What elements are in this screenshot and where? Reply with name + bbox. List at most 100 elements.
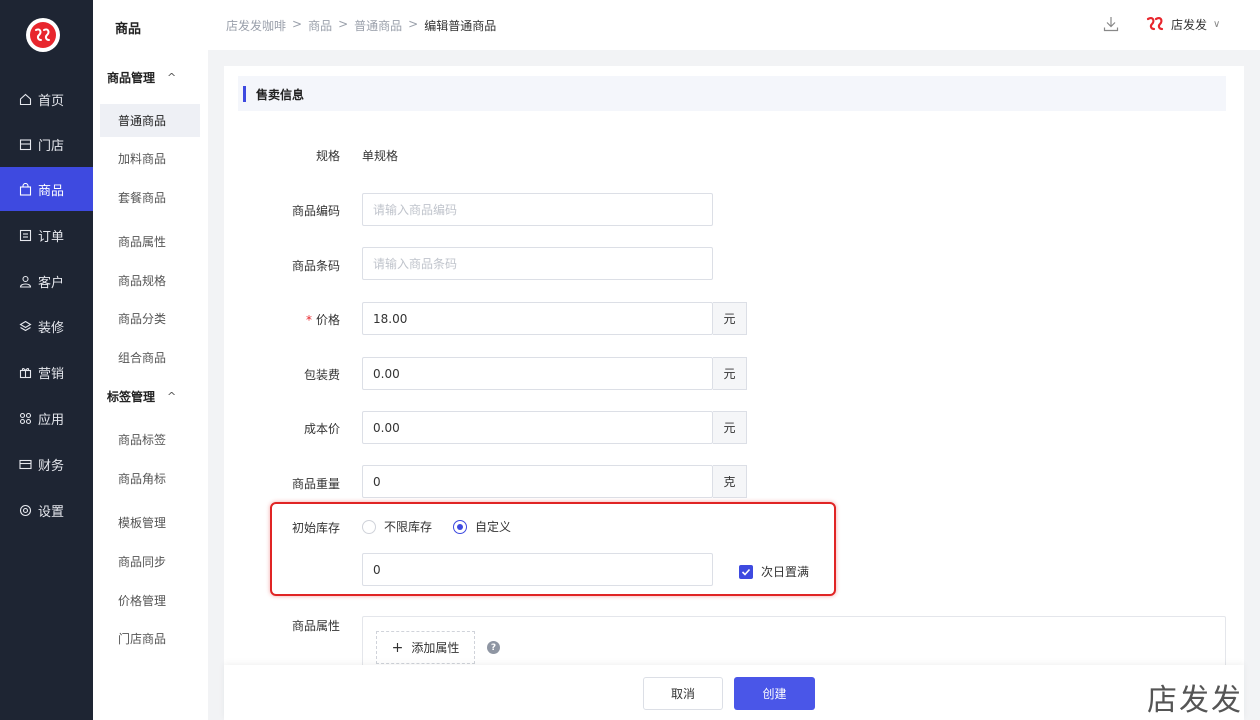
chevron-down-icon: ∨ xyxy=(1213,18,1221,30)
submenu-item-label: 价格管理 xyxy=(118,594,167,608)
breadcrumb-separator: > xyxy=(338,17,349,31)
goods-attribute-label: 商品属性 xyxy=(291,619,340,633)
nav-item-label: 首页 xyxy=(38,93,65,109)
cost-price-label: 成本价 xyxy=(303,422,340,436)
nav-item-label: 财务 xyxy=(38,458,65,474)
radio-label: 不限库存 xyxy=(384,520,433,534)
barcode-label: 商品条码 xyxy=(291,259,340,273)
submenu-item-label: 商品分类 xyxy=(118,312,167,326)
submenu-item-goods-categories[interactable]: 商品分类 xyxy=(100,302,200,335)
nav-item-marketing[interactable]: 营销 xyxy=(0,350,93,394)
nav-item-customers[interactable]: 客户 xyxy=(0,259,93,303)
section-title: 售卖信息 xyxy=(256,88,305,102)
nav-item-home[interactable]: 首页 xyxy=(0,77,93,121)
download-icon[interactable] xyxy=(1102,15,1120,33)
submenu-item-price-management[interactable]: 价格管理 xyxy=(100,584,200,617)
nav-item-label: 设置 xyxy=(38,504,65,520)
submenu-item-label: 套餐商品 xyxy=(118,191,167,205)
price-label: * 价格 xyxy=(210,311,340,328)
radio-circle-icon xyxy=(362,519,376,534)
submenu-item-label: 商品角标 xyxy=(118,472,167,486)
nav-item-goods[interactable]: 商品 xyxy=(0,167,93,211)
radio-label: 自定义 xyxy=(475,520,512,534)
price-unit: 元 xyxy=(713,302,747,335)
radio-checked-icon xyxy=(453,519,467,534)
stock-unlimited-radio[interactable]: 不限库存 xyxy=(362,518,432,535)
breadcrumb-item[interactable]: 普通商品 xyxy=(354,17,402,34)
layers-icon xyxy=(18,319,32,333)
refill-next-day-checkbox[interactable]: 次日置满 xyxy=(739,563,809,580)
submenu-item-store-goods[interactable]: 门店商品 xyxy=(100,622,200,655)
apps-icon xyxy=(18,411,32,425)
submenu-item-label: 加料商品 xyxy=(118,152,167,166)
packing-fee-input[interactable]: 0.00 xyxy=(362,357,713,390)
goods-code-input[interactable]: 请输入商品编码 xyxy=(362,193,713,226)
brand-logo-icon xyxy=(1146,16,1164,31)
submenu-item-combo-goods[interactable]: 套餐商品 xyxy=(100,181,200,214)
price-input[interactable]: 18.00 xyxy=(362,302,713,335)
submenu-group-goods-management[interactable]: 商品管理 ^ xyxy=(107,66,176,88)
weight-input[interactable]: 0 xyxy=(362,465,713,498)
breadcrumb-item[interactable]: 商品 xyxy=(308,17,332,34)
submenu-item-label: 普通商品 xyxy=(118,114,167,128)
cancel-button[interactable]: 取消 xyxy=(643,677,723,710)
packing-fee-label: 包装费 xyxy=(303,368,340,382)
submenu-item-bundle-goods[interactable]: 组合商品 xyxy=(100,341,200,374)
user-name: 店发发 xyxy=(1171,17,1208,32)
stock-quantity-input[interactable]: 0 xyxy=(362,553,713,586)
gift-icon xyxy=(18,365,32,379)
help-icon[interactable]: ? xyxy=(487,641,500,654)
stock-custom-radio[interactable]: 自定义 xyxy=(453,518,511,535)
user-menu[interactable]: 店发发 ∨ xyxy=(1145,14,1220,34)
watermark-text: 店发发 xyxy=(1147,683,1243,718)
submenu-group-tag-management[interactable]: 标签管理 ^ xyxy=(107,385,176,407)
breadcrumb-separator: > xyxy=(292,17,303,31)
nav-item-apps[interactable]: 应用 xyxy=(0,396,93,440)
create-button[interactable]: 创建 xyxy=(734,677,815,710)
nav-item-label: 应用 xyxy=(38,412,65,428)
submenu-item-addon-goods[interactable]: 加料商品 xyxy=(100,142,200,175)
nav-item-label: 装修 xyxy=(38,320,65,336)
nav-item-label: 客户 xyxy=(38,275,65,291)
section-header: 售卖信息 xyxy=(238,76,1226,111)
nav-item-finance[interactable]: 财务 xyxy=(0,442,93,486)
submenu-item-goods-specs[interactable]: 商品规格 xyxy=(100,264,200,297)
nav-item-orders[interactable]: 订单 xyxy=(0,213,93,257)
main-sidebar: 首页 门店 商品 订单 客户 装修 营销 应用 财务 设置 xyxy=(0,0,93,720)
submenu-item-goods-sync[interactable]: 商品同步 xyxy=(100,545,200,578)
checkbox-label: 次日置满 xyxy=(761,565,810,579)
submenu-item-label: 商品属性 xyxy=(118,235,167,249)
submenu-item-goods-tags[interactable]: 商品标签 xyxy=(100,423,200,456)
bag-icon xyxy=(18,182,32,196)
submenu-item-label: 商品规格 xyxy=(118,274,167,288)
breadcrumb-separator: > xyxy=(408,17,419,31)
submenu-group-label: 标签管理 xyxy=(107,389,156,404)
weight-unit: 克 xyxy=(713,465,747,498)
checkbox-checked-icon xyxy=(739,564,753,579)
submenu-item-label: 模板管理 xyxy=(118,516,167,530)
packing-fee-unit: 元 xyxy=(713,357,747,390)
cost-price-input[interactable]: 0.00 xyxy=(362,411,713,444)
breadcrumb-item[interactable]: 店发发咖啡 xyxy=(226,17,286,34)
submenu-item-goods-corner-marks[interactable]: 商品角标 xyxy=(100,462,200,495)
app-logo[interactable] xyxy=(26,18,60,52)
submenu-item-templates[interactable]: 模板管理 xyxy=(100,506,200,539)
chevron-up-icon: ^ xyxy=(167,70,177,84)
initial-stock-label: 初始库存 xyxy=(291,521,340,535)
store-icon xyxy=(18,137,32,151)
nav-item-decoration[interactable]: 装修 xyxy=(0,304,93,348)
card-icon xyxy=(18,457,32,471)
nav-item-settings[interactable]: 设置 xyxy=(0,488,93,532)
goods-barcode-input[interactable]: 请输入商品条码 xyxy=(362,247,713,280)
user-icon xyxy=(18,274,32,288)
spec-value: 单规格 xyxy=(362,149,399,163)
submenu-item-label: 商品同步 xyxy=(118,555,167,569)
nav-item-store[interactable]: 门店 xyxy=(0,122,93,166)
submenu-item-label: 组合商品 xyxy=(118,351,167,365)
submenu-item-normal-goods[interactable]: 普通商品 xyxy=(100,104,200,137)
price-label-text: 价格 xyxy=(315,313,340,327)
nav-item-label: 门店 xyxy=(38,138,65,154)
add-attribute-button[interactable]: + 添加属性 xyxy=(376,631,475,664)
submenu-item-goods-attributes[interactable]: 商品属性 xyxy=(100,225,200,258)
submenu-group-label: 商品管理 xyxy=(107,70,156,85)
